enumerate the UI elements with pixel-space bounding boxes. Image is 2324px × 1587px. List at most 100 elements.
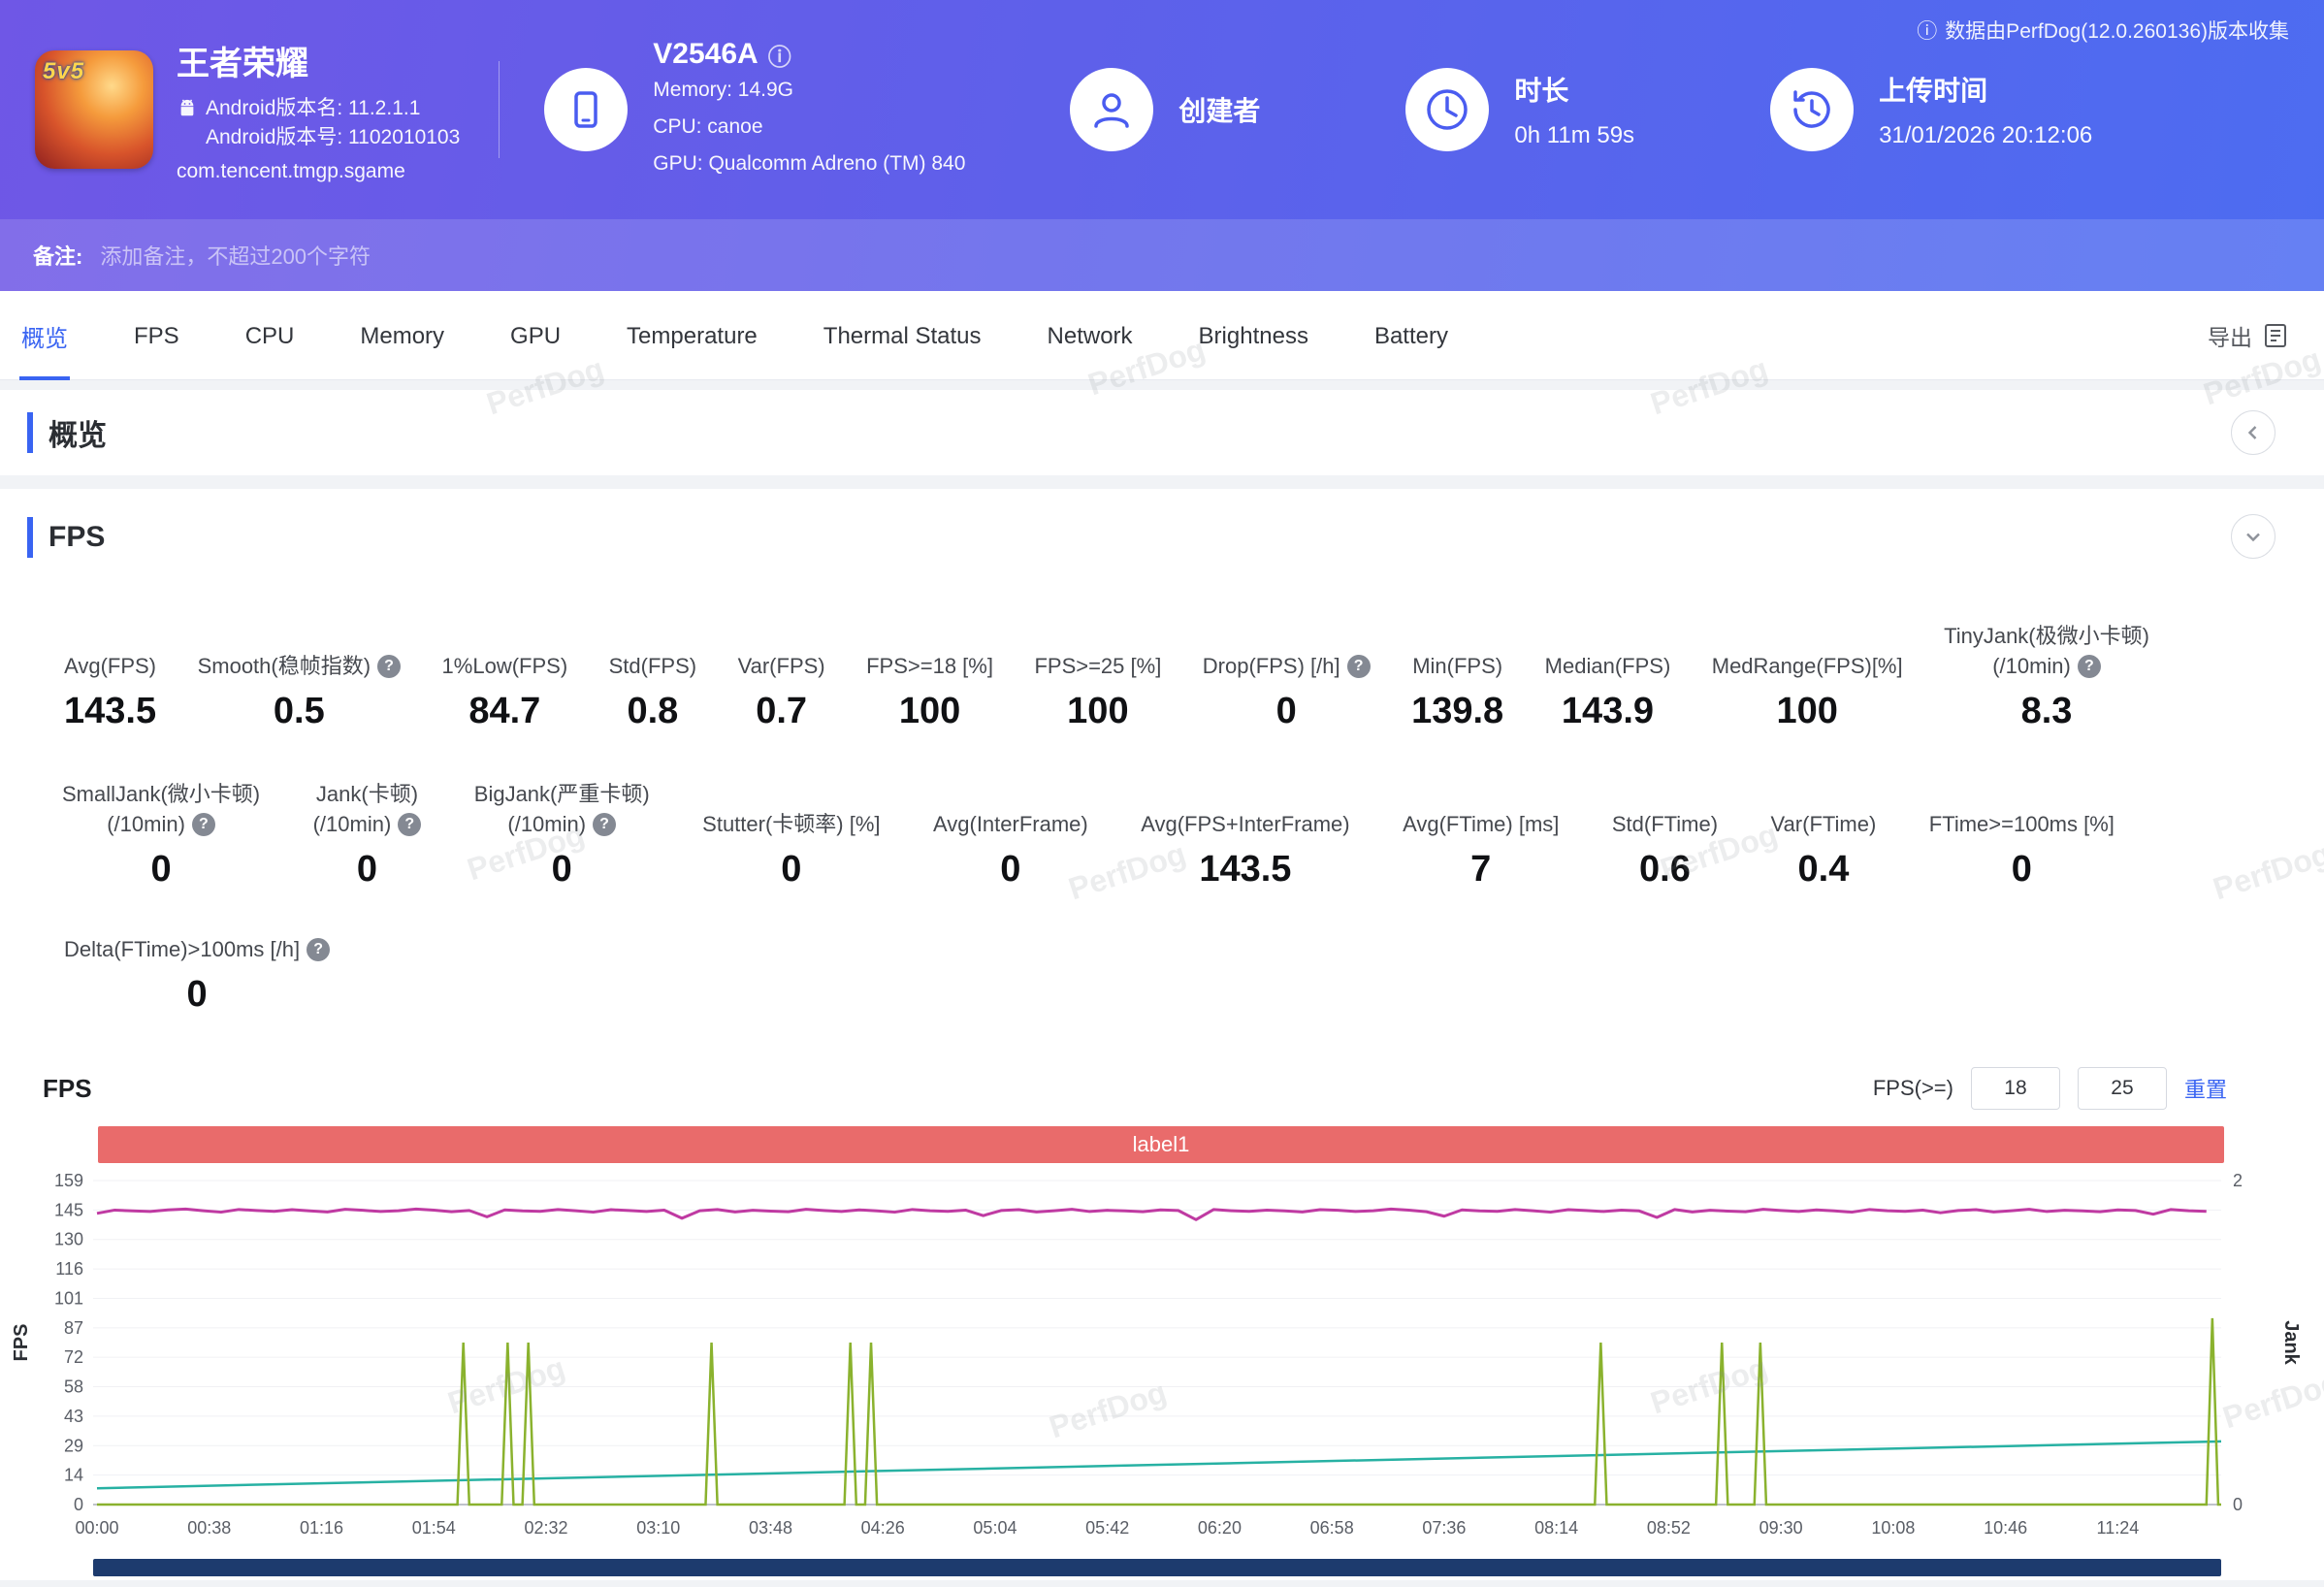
metric-cell: Delta(FTime)>100ms [/h]? 0 xyxy=(64,933,331,1016)
tab-battery[interactable]: Battery xyxy=(1372,294,1450,377)
svg-text:00:38: 00:38 xyxy=(187,1518,231,1538)
metric-cell: SmallJank(微小卡顿) (/10min)? 0 xyxy=(62,777,260,891)
creator-icon xyxy=(1070,68,1154,151)
metric-label: Var(FPS) xyxy=(737,654,825,678)
help-icon[interactable]: ? xyxy=(593,812,617,836)
metric-label: Stutter(卡顿率) [%] xyxy=(702,812,881,836)
metric-cell: Drop(FPS) [/h]? 0 xyxy=(1203,619,1371,732)
help-icon[interactable]: ? xyxy=(2077,654,2101,678)
tab-temperature[interactable]: Temperature xyxy=(625,294,759,377)
svg-text:10:08: 10:08 xyxy=(1871,1518,1915,1538)
upload-block: 上传时间 31/01/2026 20:12:06 xyxy=(1770,68,2092,151)
metric-value: 0.7 xyxy=(756,691,808,731)
tab-brightness[interactable]: Brightness xyxy=(1197,294,1310,377)
metric-value: 8.3 xyxy=(2020,691,2073,731)
duration-block: 时长 0h 11m 59s xyxy=(1405,68,1634,151)
svg-text:07:36: 07:36 xyxy=(1422,1518,1466,1538)
export-button[interactable]: 导出 xyxy=(2208,319,2289,352)
android-version-name: Android版本名: 11.2.1.1 xyxy=(206,96,421,119)
metric-cell: Avg(FPS) 143.5 xyxy=(64,619,156,732)
svg-text:116: 116 xyxy=(55,1259,83,1279)
fps-threshold-label: FPS(>=) xyxy=(1872,1076,1953,1100)
info-icon[interactable]: ⓘ xyxy=(1917,16,1937,45)
tab-overview[interactable]: 概览 xyxy=(19,290,70,380)
svg-text:08:14: 08:14 xyxy=(1534,1518,1578,1538)
help-icon[interactable]: ? xyxy=(398,812,422,836)
metric-value: 0 xyxy=(186,974,208,1015)
section-accent xyxy=(27,412,33,453)
svg-text:0: 0 xyxy=(2233,1495,2243,1514)
duration-value: 0h 11m 59s xyxy=(1514,122,1635,148)
export-icon xyxy=(2265,323,2286,347)
fps-section: FPS Avg(FPS) 143.5 Smooth(稳帧指数)? 0.5 1%Low(F… xyxy=(0,489,2324,1580)
fps-collapse-button[interactable] xyxy=(2231,514,2276,559)
metric-cell: BigJank(严重卡顿) (/10min)? 0 xyxy=(474,777,650,891)
device-block: V2546A ⓘ Memory: 14.9G CPU: canoe GPU: Q… xyxy=(544,38,965,182)
tab-gpu[interactable]: GPU xyxy=(508,294,563,377)
metric-cell: Smooth(稳帧指数)? 0.5 xyxy=(198,619,402,732)
metric-label: SmallJank(微小卡顿) (/10min)? xyxy=(62,782,261,836)
metric-value: 143.5 xyxy=(1199,849,1292,890)
help-icon[interactable]: ? xyxy=(1346,654,1371,678)
metric-value: 0 xyxy=(781,849,802,890)
metric-cell: Avg(FPS+InterFrame) 143.5 xyxy=(1141,777,1349,891)
metric-cell: Median(FPS) 143.9 xyxy=(1545,619,1671,732)
remark-label: 备注: xyxy=(33,244,83,269)
device-memory: Memory: 14.9G xyxy=(653,78,794,101)
metric-label: MedRange(FPS)[%] xyxy=(1711,654,1903,678)
metric-cell: FPS>=25 [%] 100 xyxy=(1034,619,1161,732)
svg-text:72: 72 xyxy=(64,1347,83,1367)
tab-fps[interactable]: FPS xyxy=(132,294,181,377)
overview-collapse-button[interactable] xyxy=(2231,410,2276,455)
metric-value: 0 xyxy=(356,849,378,890)
chart-range-scrollbar[interactable] xyxy=(93,1559,2221,1576)
info-icon[interactable]: ⓘ xyxy=(768,38,791,72)
metric-cell: TinyJank(极微小卡顿) (/10min)? 8.3 xyxy=(1944,619,2149,732)
metric-cell: FPS>=18 [%] 100 xyxy=(866,619,993,732)
metric-label: 1%Low(FPS) xyxy=(441,654,568,678)
metric-label: BigJank(严重卡顿) (/10min)? xyxy=(473,782,650,836)
help-icon[interactable]: ? xyxy=(307,937,331,961)
metric-value: 0 xyxy=(2011,849,2032,890)
metric-value: 100 xyxy=(898,691,961,731)
metric-cell: Avg(FTime) [ms] 7 xyxy=(1403,777,1559,891)
svg-text:11:24: 11:24 xyxy=(2097,1518,2140,1538)
metric-label: FPS>=25 [%] xyxy=(1034,654,1162,678)
metric-value: 100 xyxy=(1776,691,1838,731)
tab-thermal-status[interactable]: Thermal Status xyxy=(822,294,984,377)
tab-cpu[interactable]: CPU xyxy=(243,294,297,377)
metric-value: 0.5 xyxy=(273,691,325,731)
metric-value: 0.8 xyxy=(627,691,679,731)
metric-value: 100 xyxy=(1067,691,1129,731)
main-content: 概览 FPS Avg(FPS) 143.5 Smooth(稳帧指数)? 0.5 1%Lo… xyxy=(0,380,2324,1580)
svg-text:02:32: 02:32 xyxy=(524,1518,567,1538)
metric-label: Var(FTime) xyxy=(1770,812,1877,836)
metric-cell: MedRange(FPS)[%] 100 xyxy=(1712,619,1903,732)
help-icon[interactable]: ? xyxy=(377,654,402,678)
metrics-row-3: Delta(FTime)>100ms [/h]? 0 xyxy=(0,933,2324,1016)
metric-cell: Var(FPS) 0.7 xyxy=(738,619,825,732)
svg-text:14: 14 xyxy=(64,1466,83,1485)
metric-label: Avg(FPS+InterFrame) xyxy=(1141,812,1350,836)
svg-text:06:20: 06:20 xyxy=(1198,1518,1242,1538)
svg-text:Jank: Jank xyxy=(2280,1320,2302,1365)
metric-label: Min(FPS) xyxy=(1412,654,1503,678)
tab-memory[interactable]: Memory xyxy=(358,294,446,377)
metric-label: FPS>=18 [%] xyxy=(866,654,993,678)
svg-text:29: 29 xyxy=(64,1436,83,1455)
metric-label: Smooth(稳帧指数)? xyxy=(198,619,402,681)
remark-bar[interactable]: 备注: 添加备注，不超过200个字符 xyxy=(0,219,2324,291)
section-nav: 概览 FPS CPU Memory GPU Temperature Thermal Stat… xyxy=(0,291,2324,380)
reset-button[interactable]: 重置 xyxy=(2184,1073,2227,1104)
metric-value: 143.5 xyxy=(64,691,157,731)
metric-label: Std(FPS) xyxy=(608,654,697,678)
fps-section-title: FPS xyxy=(48,521,106,553)
help-icon[interactable]: ? xyxy=(191,812,215,836)
fps-threshold-input-2[interactable] xyxy=(2077,1067,2167,1110)
metric-label: Avg(InterFrame) xyxy=(932,812,1088,836)
fps-threshold-input-1[interactable] xyxy=(1970,1067,2060,1110)
android-version-code: Android版本号: 1102010103 xyxy=(206,125,461,148)
svg-text:09:30: 09:30 xyxy=(1759,1518,1803,1538)
svg-text:01:16: 01:16 xyxy=(300,1518,343,1538)
tab-network[interactable]: Network xyxy=(1046,294,1135,377)
